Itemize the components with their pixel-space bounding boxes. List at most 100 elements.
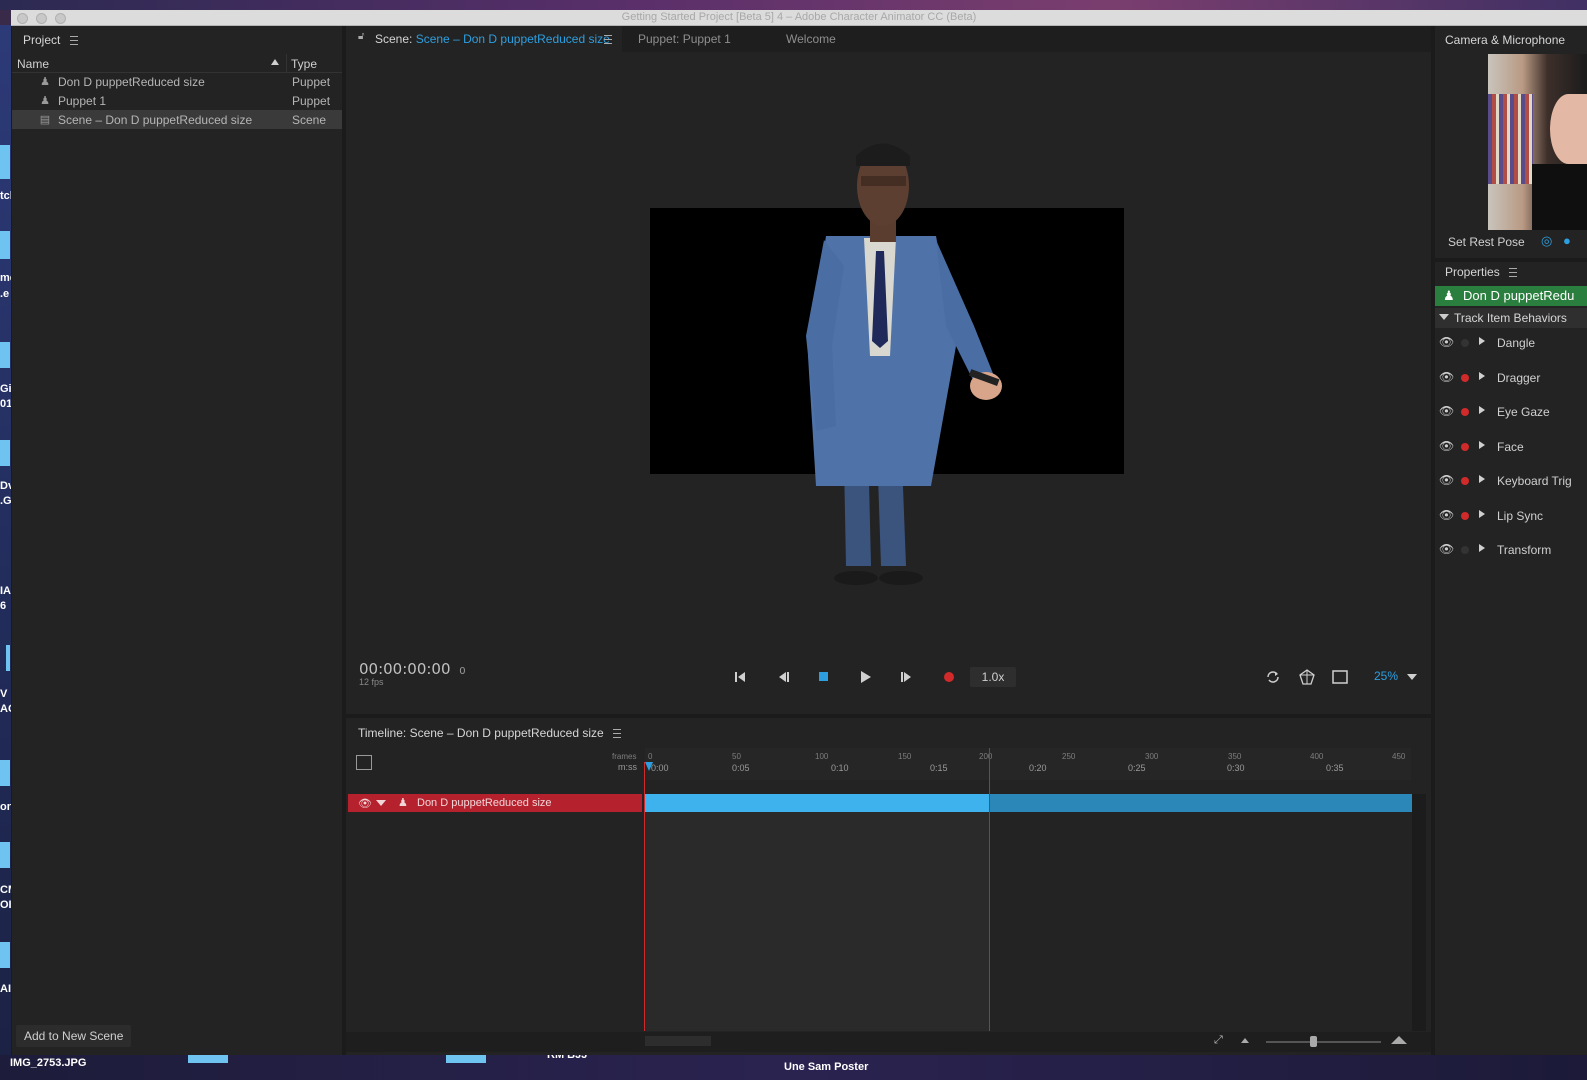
desktop-bottom-strip: IMG_2753.JPG RM BJJ Une Sam Poster	[0, 1049, 1587, 1080]
camera-feed	[1488, 54, 1587, 230]
current-timecode[interactable]: 00:00:00:00	[359, 660, 451, 678]
eye-icon[interactable]: 👁︎	[1439, 370, 1454, 384]
playback-speed[interactable]: 1.0x	[970, 667, 1016, 687]
zoom-level[interactable]: 25%	[1374, 669, 1418, 683]
behavior-keyboard-triggers[interactable]: 👁︎ Keyboard Trig	[1435, 470, 1575, 492]
playhead-handle[interactable]	[645, 762, 653, 771]
expand-icon[interactable]: ⤢	[1214, 1034, 1223, 1047]
eye-icon[interactable]: 👁︎	[1439, 335, 1454, 349]
project-panel-title: Project	[23, 33, 61, 47]
time-ruler[interactable]: 0 50 100 150 200 250 300 350 400 450 0:0…	[645, 748, 1411, 780]
behavior-eye-gaze[interactable]: 👁︎ Eye Gaze	[1435, 401, 1575, 423]
chevron-right-icon[interactable]	[1479, 544, 1485, 552]
behavior-transform[interactable]: 👁︎ Transform	[1435, 539, 1575, 561]
zoom-slider[interactable]	[1266, 1041, 1381, 1043]
behavior-dangle[interactable]: 👁︎ Dangle	[1435, 332, 1575, 354]
project-item[interactable]: ♟ Puppet 1 Puppet	[12, 91, 342, 110]
chevron-right-icon[interactable]	[1479, 441, 1485, 449]
panel-menu-icon[interactable]	[613, 729, 622, 739]
chevron-right-icon[interactable]	[1479, 406, 1485, 414]
record-arm-icon[interactable]	[1461, 374, 1469, 382]
record-arm-icon[interactable]	[1461, 408, 1469, 416]
chevron-right-icon[interactable]	[1479, 337, 1485, 345]
panel-menu-icon[interactable]	[69, 36, 78, 46]
record-arm-icon[interactable]	[1461, 512, 1469, 520]
timeline-footer: ⤢	[346, 1032, 1431, 1052]
window-title: Getting Started Project [Beta 5] 4 – Ado…	[621, 11, 977, 23]
work-area	[645, 812, 989, 1031]
record-arm-icon[interactable]	[1461, 443, 1469, 451]
project-item[interactable]: ▤ Scene – Don D puppetReduced size Scene	[12, 110, 342, 129]
loop-icon[interactable]	[1263, 669, 1283, 685]
selected-puppet-header: ♟ Don D puppetRedu	[1435, 286, 1587, 306]
track-name: Don D puppetReduced size	[417, 797, 552, 809]
stop-icon[interactable]	[814, 669, 834, 685]
record-icon[interactable]	[939, 669, 959, 685]
behavior-face[interactable]: 👁︎ Face	[1435, 436, 1575, 458]
mesh-icon[interactable]	[1297, 669, 1317, 685]
behavior-lip-sync[interactable]: 👁︎ Lip Sync	[1435, 505, 1575, 527]
desktop-left-strip: tcl me .e Gi 01 Dv .G IA 6 V AG on CM OI…	[0, 25, 12, 1055]
work-area-end-marker[interactable]	[989, 748, 990, 1031]
track-clip-extended[interactable]	[989, 794, 1412, 812]
desktop-file-label[interactable]: Une Sam Poster	[784, 1061, 868, 1073]
puppet-character[interactable]	[346, 26, 1431, 714]
panel-menu-icon[interactable]	[1509, 268, 1518, 278]
current-frame: 0	[459, 666, 466, 677]
zoom-out-icon[interactable]	[1241, 1038, 1249, 1043]
project-column-header: Name Type	[12, 54, 342, 73]
column-name[interactable]: Name	[17, 57, 49, 71]
puppet-icon: ♟	[40, 95, 50, 107]
zoom-in-icon[interactable]	[1391, 1036, 1407, 1044]
chevron-right-icon[interactable]	[1479, 475, 1485, 483]
eye-icon[interactable]: 👁︎	[1439, 404, 1454, 418]
step-forward-icon[interactable]	[897, 669, 917, 685]
play-icon[interactable]	[856, 669, 876, 685]
timeline-options-icon[interactable]	[356, 755, 372, 770]
sort-ascending-icon[interactable]	[271, 59, 279, 65]
add-to-new-scene-button[interactable]: Add to New Scene	[16, 1025, 132, 1047]
puppet-icon: ♟	[40, 76, 50, 88]
eye-icon[interactable]: 👁︎	[1439, 508, 1454, 522]
set-rest-pose-button[interactable]: Set Rest Pose	[1448, 235, 1525, 249]
scene-panel: 🔓︎ Scene: Scene – Don D puppetReduced si…	[346, 26, 1431, 714]
eye-icon[interactable]: 👁︎	[358, 797, 372, 810]
record-arm-icon[interactable]	[1461, 546, 1469, 554]
eye-icon[interactable]: 👁︎	[1439, 542, 1454, 556]
track-header[interactable]: 👁︎ ♟ Don D puppetReduced size	[348, 794, 642, 812]
chevron-down-icon[interactable]	[1407, 673, 1418, 680]
puppet-icon: ♟	[398, 797, 408, 809]
project-item[interactable]: ♟ Don D puppetReduced size Puppet	[12, 72, 342, 91]
step-back-icon[interactable]	[773, 669, 793, 685]
chevron-down-icon[interactable]	[376, 800, 386, 806]
track-clip-active[interactable]	[645, 794, 989, 812]
eye-icon[interactable]: 👁︎	[1439, 439, 1454, 453]
camera-panel: Camera & Microphone Set Rest Pose ◎ ●	[1435, 26, 1587, 258]
vertical-scrollbar[interactable]	[1412, 794, 1426, 1031]
microphone-toggle-icon[interactable]: ●	[1563, 233, 1571, 248]
scene-clapper-icon: ▤	[39, 114, 51, 126]
horizontal-scrollbar[interactable]	[645, 1036, 711, 1046]
project-panel: Project Name Type ♟ Don D puppetReduced …	[12, 26, 342, 1055]
eye-icon[interactable]: 👁︎	[1439, 473, 1454, 487]
column-type[interactable]: Type	[291, 57, 317, 71]
timeline-panel: Timeline: Scene – Don D puppetReduced si…	[346, 718, 1431, 1055]
camera-toggle-icon[interactable]: ◎	[1541, 233, 1552, 249]
chevron-right-icon[interactable]	[1479, 372, 1485, 380]
desktop-file-label[interactable]: IMG_2753.JPG	[10, 1057, 86, 1069]
properties-panel: Properties ♟ Don D puppetRedu Track Item…	[1435, 262, 1587, 1055]
desktop-top-strip	[0, 0, 1587, 10]
record-arm-icon[interactable]	[1461, 339, 1469, 347]
app-window: Project Name Type ♟ Don D puppetReduced …	[11, 26, 1587, 1055]
go-to-start-icon[interactable]	[730, 669, 750, 685]
camera-panel-title: Camera & Microphone	[1445, 33, 1566, 47]
chevron-right-icon[interactable]	[1479, 510, 1485, 518]
chevron-down-icon[interactable]	[1439, 314, 1449, 320]
puppet-icon: ♟	[1443, 288, 1455, 303]
zoom-slider-handle[interactable]	[1310, 1036, 1317, 1047]
fit-frame-icon[interactable]	[1330, 669, 1350, 685]
playhead-line[interactable]	[644, 762, 645, 1031]
record-arm-icon[interactable]	[1461, 477, 1469, 485]
behavior-dragger[interactable]: 👁︎ Dragger	[1435, 367, 1575, 389]
track-item-behaviors-section[interactable]: Track Item Behaviors	[1435, 308, 1587, 328]
